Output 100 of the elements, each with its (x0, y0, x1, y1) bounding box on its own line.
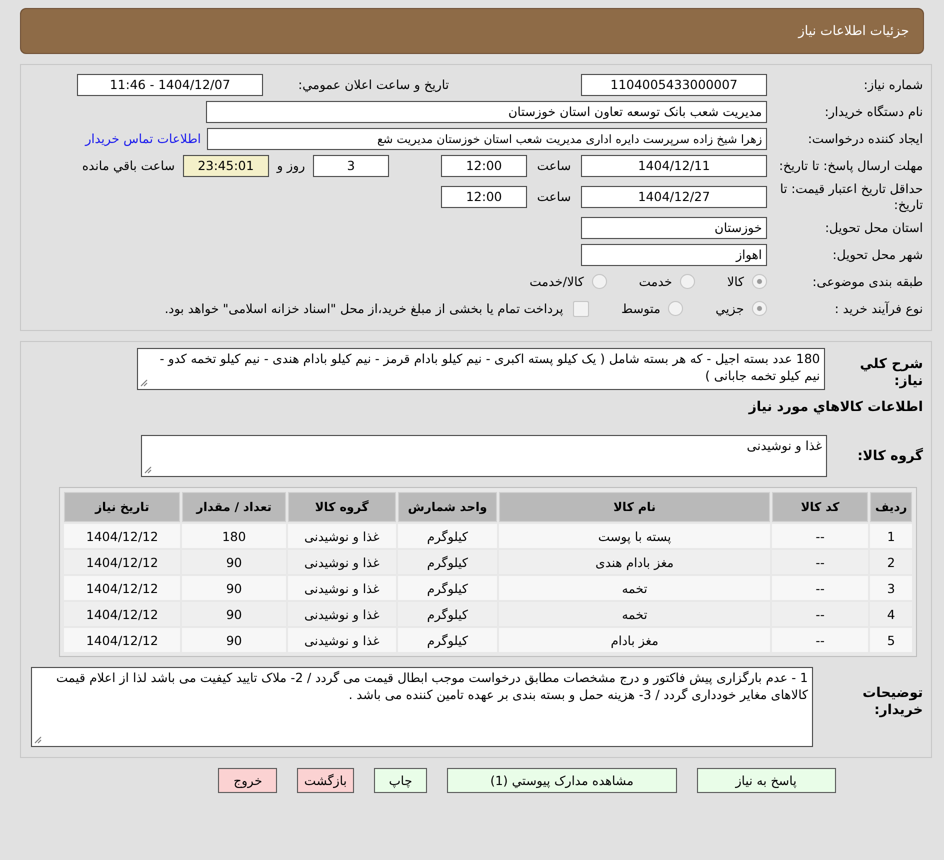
table-cell: غذا و نوشیدنی (288, 602, 396, 626)
remaining-label: ساعت باقي مانده (82, 158, 175, 173)
validity-time-field[interactable]: 12:00 (440, 186, 527, 208)
remaining-time-field: 23:45:01 (182, 154, 269, 176)
field-label: شرح کلي نیاز: (858, 355, 923, 390)
field-label: ایجاد کننده درخواست: (806, 130, 923, 146)
deadline-time-field[interactable]: 12:00 (440, 154, 527, 176)
table-cell: تخمه (499, 602, 770, 626)
column-header: کد کالا (772, 492, 868, 522)
description-text: 180 عدد بسته اجیل - که هر بسته شامل ( یک کیلو پسته اکبری - نیم کیلو بادام قرمز - نیم کیلو بادام هندی - نیم کیلو تخمه کدو - نیم کیلو تخمه جابانی ) (160, 351, 820, 384)
time-label: ساعت (536, 158, 571, 173)
radio-button[interactable] (592, 274, 607, 290)
table-cell: -- (772, 524, 868, 548)
table-cell: غذا و نوشیدنی (288, 550, 396, 574)
table-cell: 4 (870, 602, 912, 626)
buyer-notes-box[interactable] (31, 667, 813, 748)
table-cell: -- (772, 576, 868, 600)
action-button[interactable]: پاسخ به نیاز (696, 768, 836, 794)
radio-option[interactable]: متوسط (621, 301, 684, 316)
column-header: تعداد / مقدار (182, 492, 286, 522)
deadline-date-field[interactable]: 1404/12/11 (581, 154, 767, 176)
section-title: اطلاعات کالاهاي مورد نیاز (747, 399, 923, 416)
field-label: نوع فرآیند خرید : (834, 300, 923, 317)
resize-grip-icon[interactable] (34, 736, 42, 744)
field-label: حداقل تاریخ اعتبار قیمت: تا تاریخ: (778, 181, 923, 212)
table-cell: 1404/12/12 (64, 628, 180, 652)
column-header: واحد شمارش (398, 492, 498, 522)
column-header: نام کالا (499, 492, 770, 522)
table-cell: 90 (182, 550, 286, 574)
table-cell: 5 (870, 628, 912, 652)
description-box[interactable]: 180 عدد بسته اجیل - که هر بسته شامل ( یک کیلو پسته اکبری - نیم کیلو بادام قرمز - نیم کیلو بادام هندی - نیم کیلو تخمه کدو - نیم کیلو تخمه جابانی ) (137, 348, 825, 390)
radio-label: خدمت (638, 274, 672, 290)
field-label: استان محل تحویل: (824, 220, 923, 236)
table-cell: 180 (182, 524, 286, 548)
table-cell: کیلوگرم (398, 602, 498, 626)
days-label: روز و (276, 158, 305, 173)
radio-button[interactable] (668, 301, 684, 316)
table-cell: 90 (182, 628, 286, 652)
field-label: شماره نیاز: (862, 76, 923, 92)
table-cell: -- (772, 602, 868, 626)
field-label: مهلت ارسال پاسخ: تا تاریخ: (778, 158, 923, 174)
table-cell: 1404/12/12 (64, 576, 180, 600)
radio-option[interactable]: کالا (727, 274, 767, 290)
field-label: توضیحات خریدار: (862, 684, 923, 719)
table-cell: کیلوگرم (398, 628, 498, 652)
column-header: گروه کالا (288, 492, 396, 522)
requester-field[interactable]: زهرا شیخ زاده سرپرست دایره اداری مدیریت شعب استان خوزستان مدیریت شع (207, 128, 767, 150)
checkbox-label: پرداخت تمام یا بخشی از مبلغ خرید،از محل "اسناد خزانه اسلامی" خواهد بود. (164, 301, 564, 316)
validity-date-field[interactable]: 1404/12/27 (581, 186, 767, 208)
table-cell: 1404/12/12 (64, 550, 180, 574)
table-cell: 1 (870, 524, 912, 548)
checkbox[interactable] (573, 300, 590, 317)
buyer-notes-text: 1 - عدم بارگزاری پیش فاکتور و درج مشخصات مطابق درخواست موجب ابطال قیمت می گردد / 2- ملاک تایید کیفیت می باشد لذا از اعلام قیمت کالاهای مغایر خودداری گردد / 3- هزینه حمل و بسته بندی بر عهده تامین کننده می باشد . (56, 670, 808, 702)
table-cell: -- (772, 550, 868, 574)
radio-label: کالا/خدمت (529, 274, 584, 290)
time-label: ساعت (536, 189, 571, 204)
table-cell: 1404/12/12 (64, 602, 180, 626)
table-cell: کیلوگرم (398, 576, 498, 600)
field-label: شهر محل تحویل: (832, 246, 923, 263)
city-field[interactable]: اهواز (581, 244, 767, 266)
radio-option[interactable]: خدمت (638, 274, 696, 290)
radio-button[interactable] (680, 274, 696, 290)
need-number-field[interactable]: 1104005433000007 (581, 74, 767, 96)
table-cell: -- (772, 628, 868, 652)
column-header: ردیف (870, 492, 912, 522)
table-cell: مغز بادام هندی (499, 550, 770, 574)
field-label: طبقه بندی موضوعی: (811, 274, 923, 290)
resize-grip-icon[interactable] (144, 466, 152, 474)
resize-grip-icon[interactable] (140, 379, 148, 388)
field-label: گروه کالا: (856, 448, 923, 465)
table-cell: پسته با پوست (499, 524, 770, 548)
column-header: تاریخ نیاز (64, 492, 180, 522)
table-cell: تخمه (499, 576, 770, 600)
radio-label: جزيي (715, 301, 744, 316)
action-button[interactable]: خروج (218, 768, 278, 794)
radio-label: متوسط (621, 301, 660, 316)
action-button[interactable]: چاپ (374, 768, 428, 794)
radio-button[interactable] (752, 301, 767, 316)
field-label: نام دستگاه خریدار: (824, 104, 923, 120)
buyer-org-field[interactable]: مدیریت شعب بانک توسعه تعاون استان خوزستان (206, 100, 767, 122)
announce-date-field[interactable]: 1404/12/07 - 11:46 (77, 74, 263, 96)
table-cell: مغز بادام (499, 628, 770, 652)
table-cell: غذا و نوشیدنی (288, 524, 396, 548)
radio-button[interactable] (752, 274, 767, 290)
table-cell: 90 (182, 576, 286, 600)
goods-group-box[interactable]: غذا و نوشیدنی (141, 435, 827, 478)
table-cell: کیلوگرم (398, 550, 498, 574)
field-label: تاریخ و ساعت اعلان عمومي: (297, 76, 449, 92)
goods-group-text: غذا و نوشیدنی (746, 438, 822, 454)
page-title: جزئیات اطلاعات نیاز (798, 24, 909, 38)
buyer-contact-link[interactable]: اطلاعات تماس خریدار (85, 131, 201, 146)
radio-option[interactable]: جزيي (715, 301, 767, 316)
action-button[interactable]: مشاهده مدارک پیوستي (1) (447, 768, 677, 794)
province-field[interactable]: خوزستان (581, 216, 767, 239)
days-field[interactable]: 3 (312, 154, 389, 176)
table-cell: 90 (182, 602, 286, 626)
action-button[interactable]: بازگشت (297, 768, 354, 794)
radio-option[interactable]: کالا/خدمت (529, 274, 607, 290)
table-cell: 1404/12/12 (64, 524, 180, 548)
table-cell: غذا و نوشیدنی (288, 576, 396, 600)
